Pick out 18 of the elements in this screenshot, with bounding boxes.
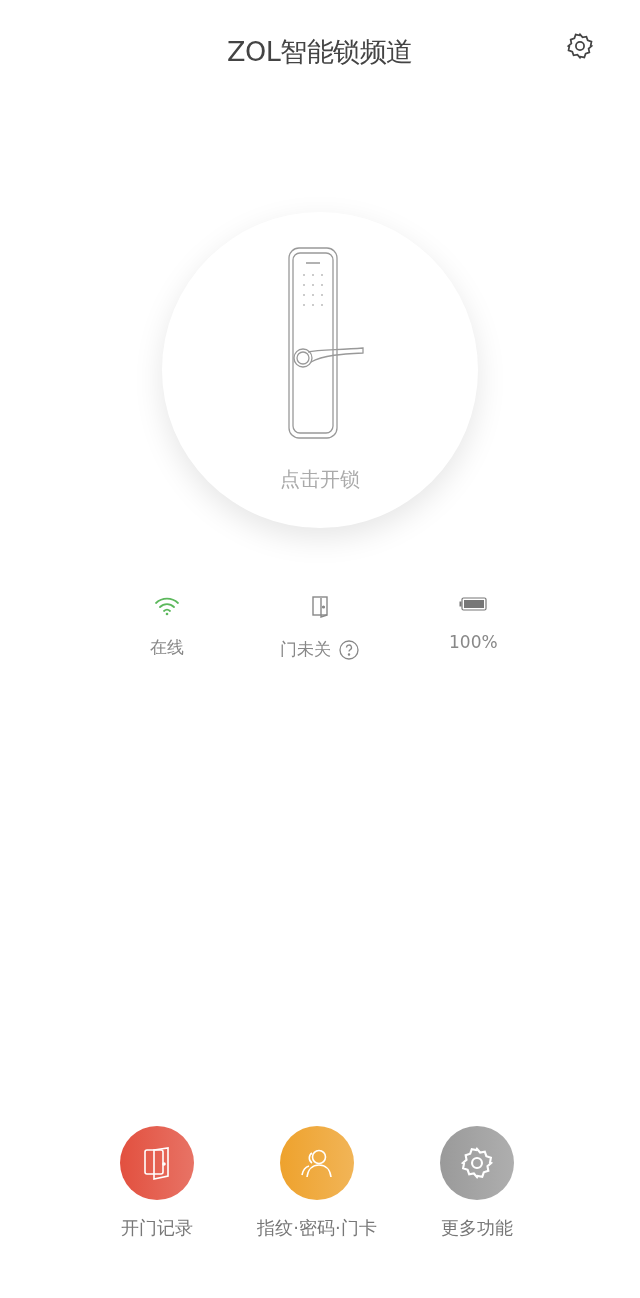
settings-button[interactable] [566,32,594,60]
settings-icon [566,32,594,60]
people-icon [299,1147,335,1179]
action-label: 更多功能 [441,1216,513,1240]
door-icon [311,596,329,618]
status-label: 在线 [149,636,184,659]
status-label: 门未关 [280,638,332,661]
unlock-hint: 点击开锁 [280,467,360,492]
unlock-button[interactable]: 点击开锁 [162,212,478,528]
help-icon[interactable] [339,639,360,660]
action-label: 开门记录 [121,1216,193,1240]
battery-icon [459,596,488,612]
door-icon [142,1146,172,1180]
gear-icon [460,1146,494,1180]
page-title: ZOL智能锁频道 [227,35,413,69]
status-label: 100% [449,632,498,652]
action-label: 指纹·密码·门卡 [257,1216,377,1240]
wifi-icon [153,596,180,616]
